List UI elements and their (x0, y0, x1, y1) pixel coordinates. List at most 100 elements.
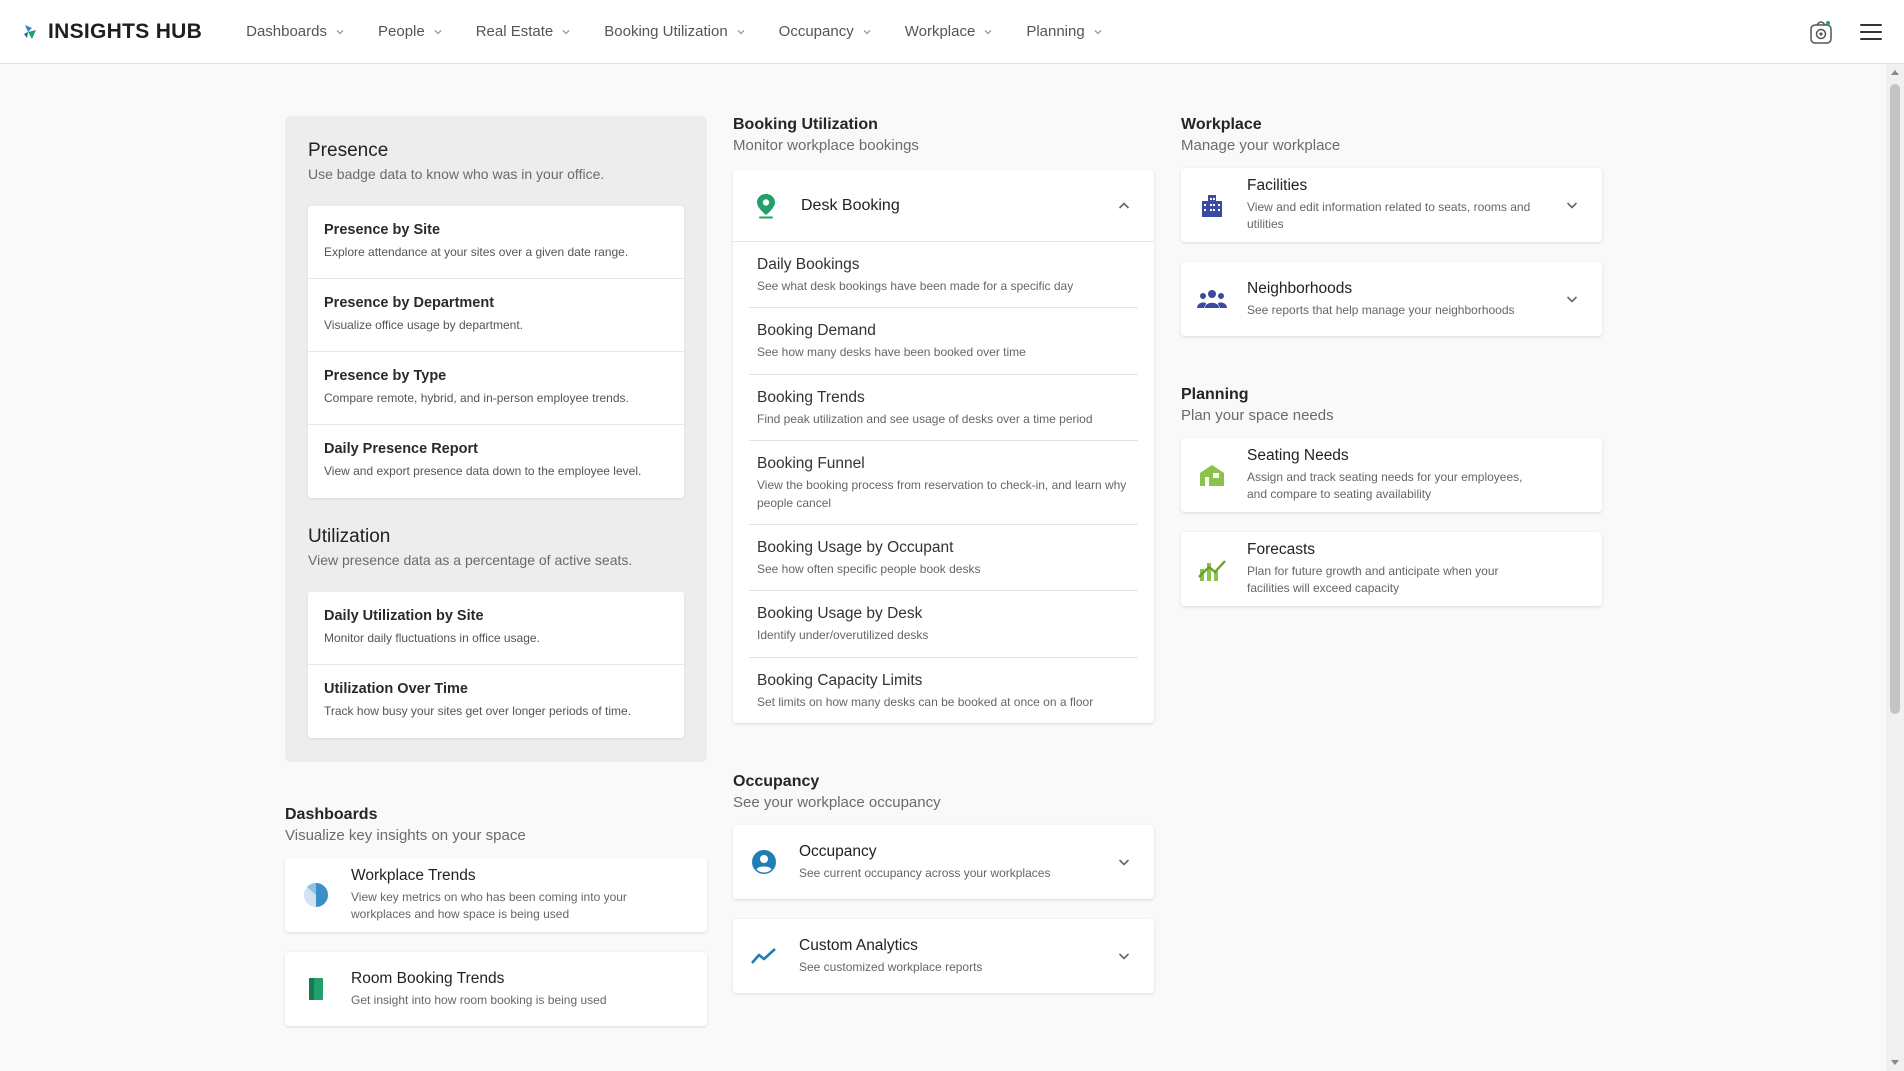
report-description: See how many desks have been booked over… (757, 345, 1026, 360)
report-description: See what desk bookings have been made fo… (757, 279, 1074, 293)
section-title: Workplace (1181, 116, 1262, 133)
report-daily-bookings[interactable]: Daily Bookings See what desk bookings ha… (749, 242, 1138, 309)
tile-description: See customized workplace reports (799, 959, 983, 974)
right-column: Workplace Manage your workplace Faciliti… (1181, 116, 1602, 606)
tile-seating-needs[interactable]: Seating Needs Assign and track seating n… (1181, 438, 1602, 512)
report-description: View and export presence data down to th… (324, 464, 642, 478)
people-panel: Presence Use badge data to know who was … (285, 116, 707, 762)
report-booking-trends[interactable]: Booking Trends Find peak utilization and… (749, 375, 1138, 442)
report-title: Presence by Type (324, 368, 447, 384)
report-presence-by-department[interactable]: Presence by Department Visualize office … (308, 279, 684, 352)
chevron-down-icon (863, 29, 871, 34)
presence-report-list: Presence by Site Explore attendance at y… (308, 206, 684, 498)
section-subtitle: Monitor workplace bookings (733, 137, 919, 154)
report-presence-by-site[interactable]: Presence by Site Explore attendance at y… (308, 206, 684, 279)
report-title: Booking Capacity Limits (757, 671, 923, 689)
desk-booking-header[interactable]: Desk Booking (733, 170, 1154, 242)
nav-occupancy[interactable]: Occupancy (779, 23, 871, 40)
report-booking-demand[interactable]: Booking Demand See how many desks have b… (749, 308, 1138, 375)
tile-title: Workplace Trends (351, 867, 476, 885)
house-icon (1197, 460, 1227, 490)
occupancy-section: Occupancy See your workplace occupancy O… (733, 773, 1154, 994)
report-description: Identify under/overutilized desks (757, 628, 929, 643)
report-booking-usage-by-desk[interactable]: Booking Usage by Desk Identify under/ove… (749, 591, 1138, 658)
nav-booking-utilization[interactable]: Booking Utilization (604, 23, 745, 40)
left-column: Presence Use badge data to know who was … (285, 116, 707, 1026)
presence-section: Presence Use badge data to know who was … (308, 140, 684, 498)
chevron-down-icon[interactable] (1118, 857, 1130, 867)
report-title: Presence by Site (324, 222, 441, 238)
tile-forecasts[interactable]: Forecasts Plan for future growth and ant… (1181, 532, 1602, 606)
scroll-down-arrow-icon[interactable] (1891, 1060, 1899, 1065)
planning-section: Planning Plan your space needs Seating N… (1181, 386, 1602, 606)
report-title: Daily Presence Report (324, 441, 478, 457)
report-utilization-over-time[interactable]: Utilization Over Time Track how busy you… (308, 665, 684, 738)
report-booking-capacity-limits[interactable]: Booking Capacity Limits Set limits on ho… (749, 658, 1138, 723)
utilization-section: Utilization View presence data as a perc… (308, 526, 684, 738)
workplace-section: Workplace Manage your workplace Faciliti… (1181, 116, 1602, 336)
section-title: Dashboards (285, 806, 378, 823)
top-navigation-bar: INSIGHTS HUB Dashboards People Real Esta… (0, 0, 1904, 64)
report-booking-funnel[interactable]: Booking Funnel View the booking process … (749, 441, 1138, 525)
tile-room-booking-trends[interactable]: Room Booking Trends Get insight into how… (285, 952, 707, 1026)
utilization-report-list: Daily Utilization by Site Monitor daily … (308, 592, 684, 738)
trend-line-icon (749, 941, 779, 971)
desk-booking-report-list: Daily Bookings See what desk bookings ha… (733, 242, 1154, 723)
tile-title: Seating Needs (1247, 447, 1349, 465)
middle-column: Booking Utilization Monitor workplace bo… (733, 116, 1154, 994)
section-title: Occupancy (733, 773, 820, 791)
chevron-down-icon (1094, 29, 1102, 34)
report-description: Set limits on how many desks can be book… (757, 694, 1094, 709)
brand-title: INSIGHTS HUB (48, 19, 203, 43)
report-description: View the booking process from reservatio… (757, 478, 1127, 510)
tile-title: Neighborhoods (1247, 279, 1353, 297)
report-description: Compare remote, hybrid, and in-person em… (324, 391, 629, 405)
tile-custom-analytics[interactable]: Custom Analytics See customized workplac… (733, 919, 1154, 994)
nav-workplace[interactable]: Workplace (905, 23, 993, 40)
nav-planning[interactable]: Planning (1026, 23, 1102, 40)
people-group-icon (1197, 284, 1227, 314)
nav-real-estate[interactable]: Real Estate (476, 23, 571, 40)
nav-label: Occupancy (778, 23, 854, 40)
tile-title: Facilities (1247, 177, 1308, 195)
tile-neighborhoods[interactable]: Neighborhoods See reports that help mana… (1181, 262, 1602, 336)
nav-dashboards[interactable]: Dashboards (246, 23, 344, 40)
report-title: Presence by Department (324, 295, 495, 311)
report-description: See how often specific people book desks (757, 561, 981, 576)
nav-people[interactable]: People (378, 23, 442, 40)
report-daily-presence[interactable]: Daily Presence Report View and export pr… (308, 425, 684, 498)
scroll-up-arrow-icon[interactable] (1891, 70, 1899, 75)
brand[interactable]: INSIGHTS HUB (22, 20, 202, 44)
report-description: Track how busy your sites get over longe… (324, 704, 632, 718)
tile-facilities[interactable]: Facilities View and edit information rel… (1181, 168, 1602, 242)
scrollbar-thumb[interactable] (1890, 84, 1900, 714)
chevron-down-icon[interactable] (1566, 294, 1578, 304)
chevron-down-icon[interactable] (1566, 200, 1578, 210)
report-title: Booking Usage by Occupant (757, 538, 954, 556)
nav-label: Real Estate (475, 23, 554, 40)
chevron-down-icon (984, 29, 992, 34)
user-avatar-icon[interactable] (1808, 18, 1834, 46)
report-description: Explore attendance at your sites over a … (324, 245, 629, 259)
section-subtitle: Manage your workplace (1181, 137, 1341, 154)
section-title: Presence (308, 140, 389, 161)
report-description: Monitor daily fluctuations in office usa… (324, 631, 540, 645)
chevron-down-icon (562, 29, 570, 34)
growth-chart-icon (1197, 554, 1227, 584)
report-title: Booking Usage by Desk (757, 605, 923, 623)
section-subtitle: Visualize key insights on your space (285, 827, 526, 844)
chevron-up-icon[interactable] (1118, 201, 1130, 211)
page-scrollbar[interactable] (1886, 64, 1904, 1071)
report-daily-utilization-by-site[interactable]: Daily Utilization by Site Monitor daily … (308, 592, 684, 665)
report-booking-usage-by-occupant[interactable]: Booking Usage by Occupant See how often … (749, 525, 1138, 592)
report-presence-by-type[interactable]: Presence by Type Compare remote, hybrid,… (308, 352, 684, 425)
person-circle-icon (749, 847, 779, 877)
location-pin-icon (751, 191, 781, 221)
section-title: Booking Utilization (733, 116, 878, 133)
tile-occupancy[interactable]: Occupancy See current occupancy across y… (733, 825, 1154, 900)
tile-title: Occupancy (799, 842, 877, 860)
hamburger-menu-icon[interactable] (1860, 23, 1882, 40)
door-icon (301, 974, 331, 1004)
chevron-down-icon[interactable] (1118, 951, 1130, 961)
tile-workplace-trends[interactable]: Workplace Trends View key metrics on who… (285, 858, 707, 932)
